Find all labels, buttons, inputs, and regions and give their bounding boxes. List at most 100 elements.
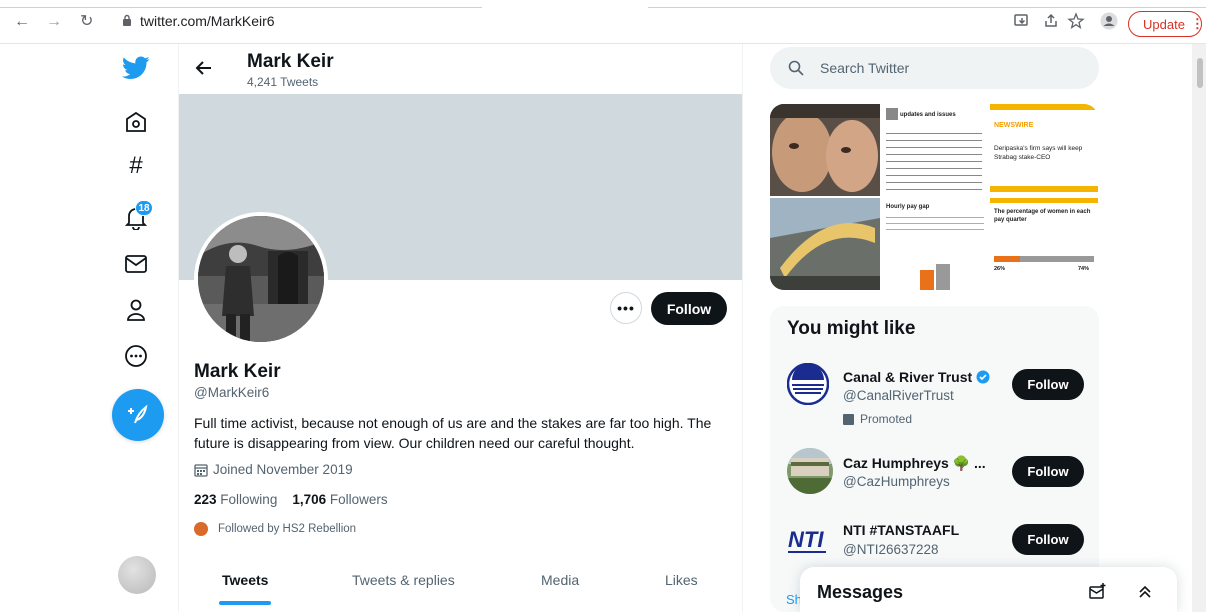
new-message-icon[interactable] (1089, 583, 1107, 601)
media-photo-faces[interactable] (770, 104, 880, 196)
profile-avatar[interactable] (198, 216, 324, 342)
following-count: 223 (194, 492, 217, 507)
following-link[interactable]: 223 Following (194, 492, 277, 507)
share-icon[interactable] (1042, 12, 1060, 30)
joined-date: Joined November 2019 (194, 462, 353, 477)
follow-button[interactable]: Follow (651, 292, 727, 325)
tweet-body-lines (886, 130, 982, 190)
nti-logo-underline (788, 551, 826, 553)
hourly-pay-text-lines (886, 214, 984, 234)
newswire-bar (990, 104, 1098, 110)
feather-plus-icon (128, 404, 148, 424)
search-icon (788, 60, 804, 76)
promoted-icon (843, 413, 854, 425)
calendar-icon (194, 463, 208, 477)
follow-button-canal-river-trust[interactable]: Follow (1012, 369, 1084, 400)
messages-title: Messages (817, 582, 904, 602)
promoted-text: Promoted (860, 412, 913, 426)
tweet-thumb (886, 108, 898, 120)
account-name[interactable]: Canal & River Trust (843, 369, 990, 385)
followers-label: Followers (329, 492, 388, 507)
install-app-icon[interactable] (1013, 12, 1031, 30)
pay-quarter-women-bar (994, 256, 1020, 262)
tab-media[interactable]: Media (541, 572, 579, 588)
profile-icon[interactable] (1100, 12, 1118, 30)
caz-humphreys-avatar[interactable] (787, 448, 833, 494)
canal-river-trust-avatar[interactable] (786, 362, 830, 406)
home-icon[interactable] (116, 102, 156, 142)
following-label: Following (220, 492, 278, 507)
followers-count: 1,706 (292, 492, 327, 507)
tab-likes[interactable]: Likes (665, 572, 698, 588)
scrollbar-thumb[interactable] (1197, 58, 1203, 88)
account-name[interactable]: NTI #TANSTAAFL (843, 522, 959, 538)
compose-tweet-button[interactable] (112, 389, 164, 441)
follow-button-caz-humphreys[interactable]: Follow (1012, 456, 1084, 487)
pay-bar-men (936, 264, 950, 290)
media-gallery[interactable]: updates and issues NEWSWIRE Deripaska's … (770, 104, 1098, 290)
column-divider (742, 44, 743, 612)
notification-badge: 18 (135, 200, 153, 216)
expand-chevrons-icon[interactable] (1137, 584, 1153, 600)
kebab-menu-icon: ⋮ (1190, 16, 1204, 31)
address-bar[interactable]: twitter.com/MarkKeir6 (140, 13, 275, 29)
header-profile-name: Mark Keir (247, 51, 334, 72)
pay-quarter-title: The percentage of women in each pay quar… (994, 209, 1091, 223)
account-name[interactable]: Caz Humphreys 🌳 ... (843, 455, 986, 472)
verified-badge-icon (976, 370, 990, 384)
update-button[interactable]: Update ⋮ (1128, 11, 1204, 37)
nti-logo-avatar[interactable]: NTI (788, 527, 830, 553)
lock-icon (123, 14, 131, 26)
pay-quarter-women-pct: 26% (994, 266, 1006, 272)
explore-hashtag-icon[interactable]: # (116, 146, 156, 186)
followed-by-text: Followed by HS2 Rebellion (218, 523, 357, 535)
chart-top-bar (990, 198, 1098, 203)
profile-handle: @MarkKeir6 (194, 385, 270, 400)
active-tab-indicator (219, 601, 271, 605)
back-nav-icon[interactable]: ← (14, 14, 30, 30)
media-tweet-screenshot[interactable]: updates and issues (882, 104, 988, 196)
joined-text: Joined November 2019 (213, 462, 353, 477)
profile-bio: Full time activist, because not enough o… (194, 415, 712, 451)
tweet-title: updates and issues (900, 112, 956, 118)
nti-logo-icon: NTI (788, 527, 824, 552)
media-pay-quarter[interactable]: The percentage of women in each pay quar… (990, 198, 1098, 290)
profile-name: Mark Keir (194, 361, 281, 382)
back-arrow-icon[interactable] (194, 58, 214, 78)
search-placeholder: Search Twitter (820, 60, 910, 76)
followed-by-row[interactable]: Followed by HS2 Rebellion (194, 522, 356, 536)
bookmark-star-icon[interactable] (1067, 12, 1085, 30)
account-handle: @CazHumphreys (843, 474, 950, 489)
scrollbar-track[interactable] (1192, 44, 1206, 612)
pay-quarter-men-pct: 74% (1078, 266, 1090, 272)
twitter-logo-icon[interactable] (116, 48, 156, 88)
account-avatar[interactable] (118, 556, 156, 594)
account-handle: @CanalRiverTrust (843, 388, 954, 403)
media-hourly-pay[interactable]: Hourly pay gap (882, 198, 988, 290)
profile-person-icon[interactable] (116, 290, 156, 330)
followers-link[interactable]: 1,706 Followers (292, 492, 387, 507)
follow-button-nti[interactable]: Follow (1012, 524, 1084, 555)
tab-tweets-replies[interactable]: Tweets & replies (352, 572, 455, 588)
media-photo-station[interactable] (770, 198, 880, 290)
update-label: Update (1143, 16, 1185, 32)
account-name-text: Canal & River Trust (843, 369, 973, 385)
account-handle: @NTI26637228 (843, 542, 939, 557)
header-tweet-count: 4,241 Tweets (247, 75, 319, 89)
hourly-pay-title: Hourly pay gap (886, 204, 930, 210)
forward-nav-icon[interactable]: → (46, 14, 62, 30)
follower-avatar (194, 522, 208, 536)
search-bar[interactable]: Search Twitter (770, 47, 1099, 89)
tab-tweets[interactable]: Tweets (222, 572, 268, 588)
more-circle-icon[interactable] (116, 336, 156, 376)
newswire-bar (990, 186, 1098, 192)
messages-envelope-icon[interactable] (116, 244, 156, 284)
browser-toolbar: ← → ↻ twitter.com/MarkKeir6 Update ⋮ (0, 0, 1206, 44)
promoted-label: Promoted (843, 412, 912, 426)
more-options-button[interactable]: ••• (610, 292, 642, 324)
reload-icon[interactable]: ↻ (80, 14, 93, 30)
who-to-follow-title: You might like (787, 318, 916, 339)
pay-bar-women (920, 270, 934, 290)
tab-strip (0, 0, 482, 8)
media-newswire[interactable]: NEWSWIRE Deripaska's firm says will keep… (990, 104, 1098, 196)
